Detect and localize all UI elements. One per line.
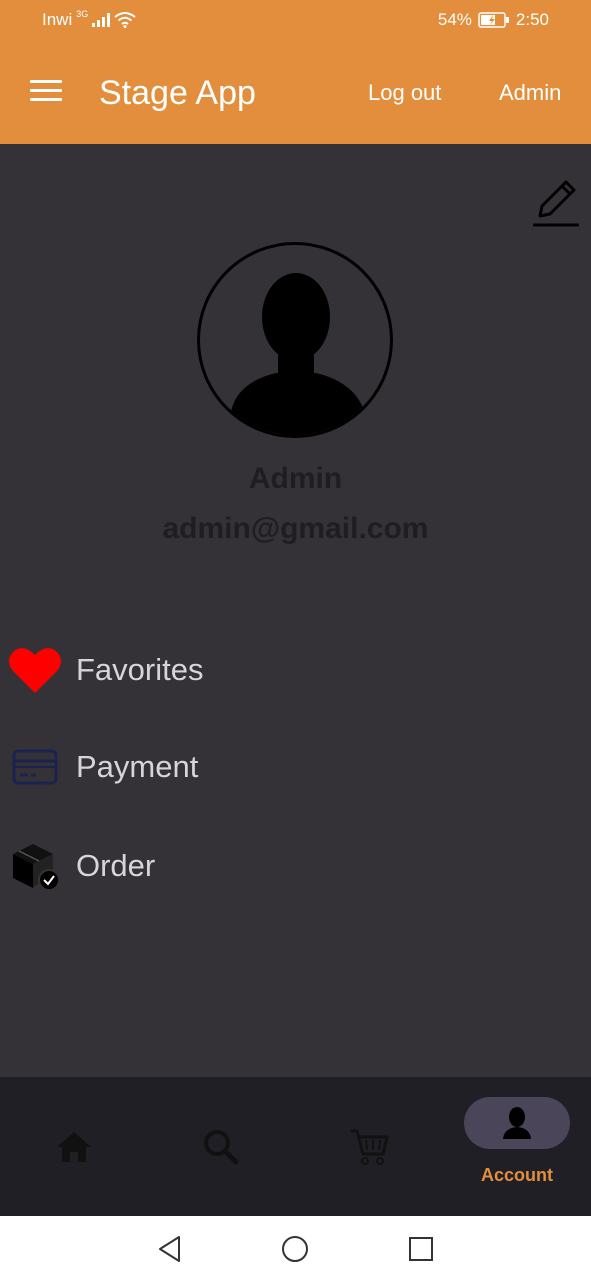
home-circle-icon[interactable] [280,1234,310,1264]
clock-time: 2:50 [515,10,549,29]
menu-item-favorites[interactable]: Favorites [6,640,406,700]
avatar[interactable] [197,242,393,438]
wifi-icon [114,12,136,28]
menu-item-label: Favorites [76,652,204,687]
nav-account-label[interactable]: Account [464,1165,570,1186]
recents-square-icon[interactable] [406,1234,436,1264]
credit-card-icon [6,739,64,795]
nav-home[interactable] [30,1077,118,1216]
cart-icon [351,1129,389,1165]
package-icon [6,838,64,894]
carrier-name: Inwi [42,10,73,29]
pencil-edit-icon[interactable] [530,178,582,230]
menu-item-order[interactable]: Order [6,836,406,896]
nav-cart[interactable] [325,1077,413,1216]
home-icon [57,1131,91,1162]
profile-email: admin@gmail.com [162,512,429,545]
system-navigation-bar [0,1216,591,1280]
account-icon [503,1107,531,1139]
menu-item-payment[interactable]: Payment [6,737,406,797]
nav-search[interactable] [177,1077,265,1216]
app-bar: Stage App Log out Admin [0,40,591,144]
status-bar: Inwi 3G 54% 2:50 [0,0,591,40]
admin-button[interactable]: Admin [499,80,561,106]
heart-icon [6,642,64,698]
battery-icon [478,12,509,28]
battery-percent: 54% [437,10,472,29]
account-screen: Admin admin@gmail.com Favorites Payment [0,144,591,1077]
signal-icon [92,13,111,27]
bottom-navigation: Account [0,1077,591,1216]
search-icon [204,1129,239,1164]
hamburger-menu-icon[interactable] [30,80,62,104]
nav-account[interactable] [464,1097,570,1149]
app-title: Stage App [99,74,256,112]
network-type: 3G [76,9,89,19]
menu-item-label: Payment [76,749,199,784]
logout-button[interactable]: Log out [368,80,441,106]
menu-item-label: Order [76,848,156,883]
back-icon[interactable] [155,1234,185,1264]
profile-name: Admin [248,462,343,495]
person-silhouette-icon [230,273,366,435]
